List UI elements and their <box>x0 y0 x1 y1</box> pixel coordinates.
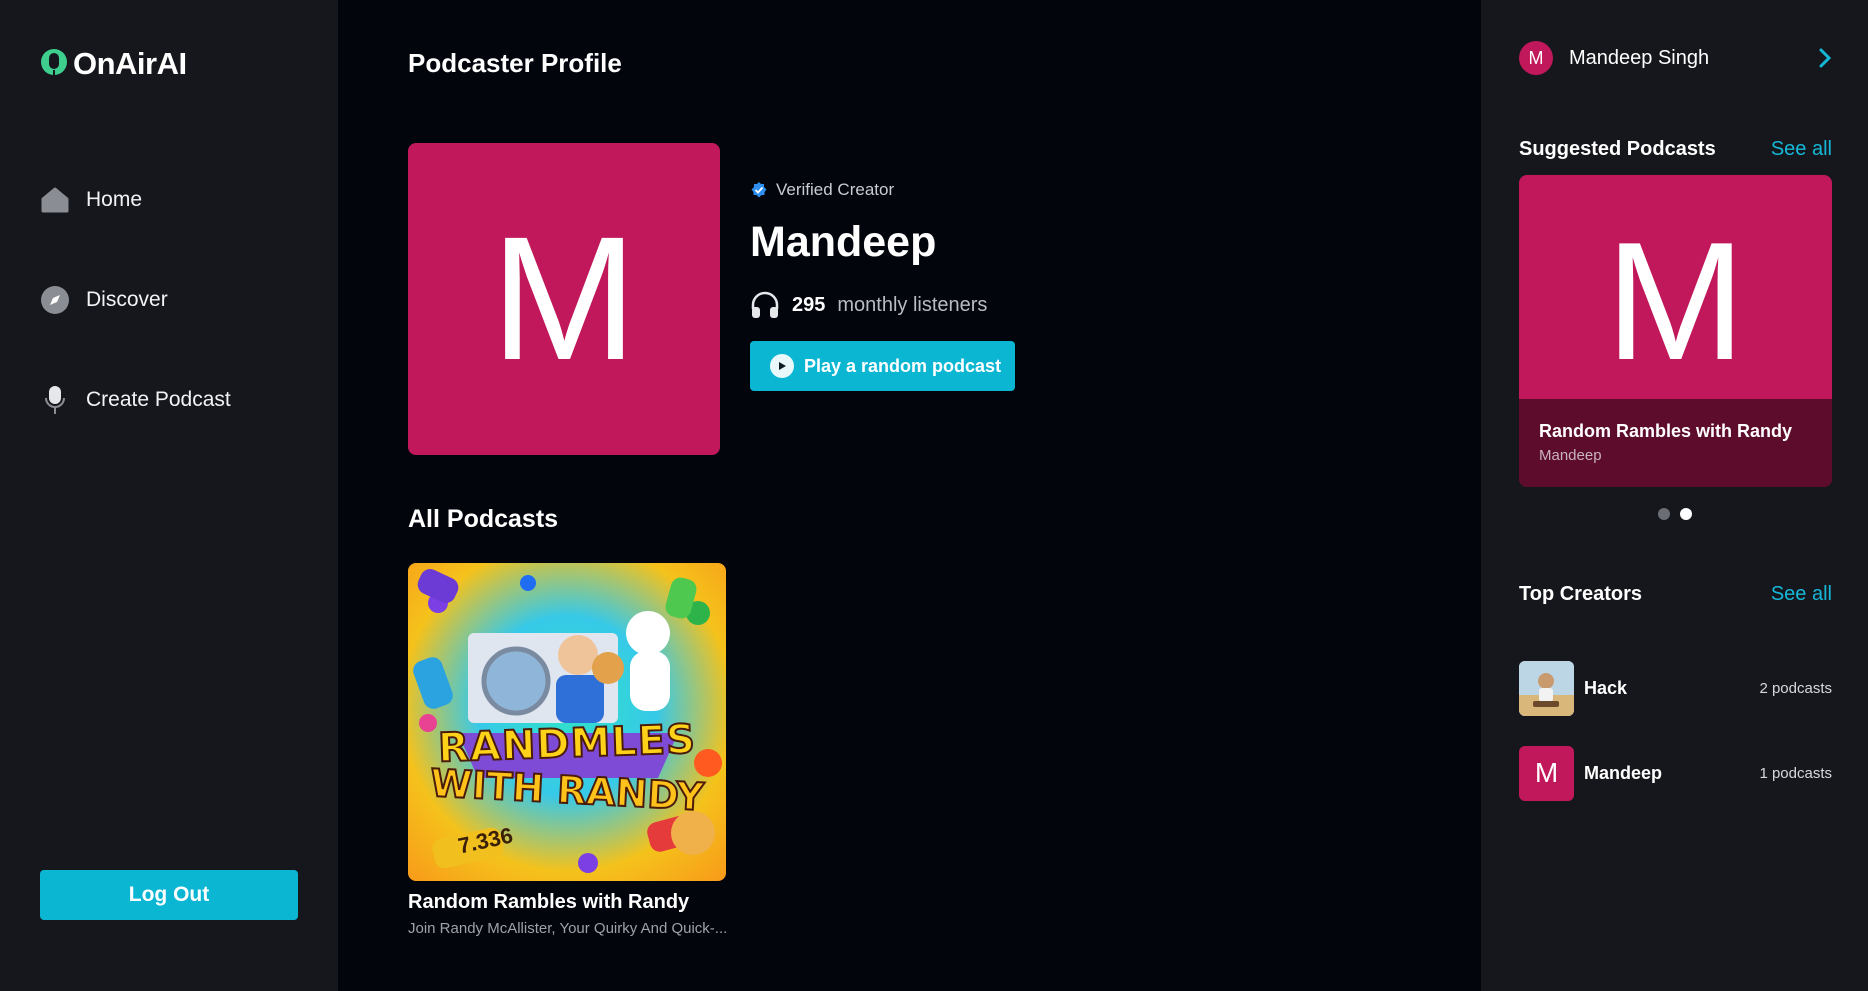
suggested-podcast-author: Mandeep <box>1539 447 1602 464</box>
listeners-stat: 295 monthly listeners <box>750 291 1015 319</box>
nav-item-home[interactable]: Home <box>40 175 231 225</box>
main-content: Podcaster Profile M Verified Creator Man… <box>338 0 1481 991</box>
top-creators-header: Top Creators See all <box>1519 583 1832 606</box>
listeners-label: monthly listeners <box>837 293 988 316</box>
logout-button[interactable]: Log Out <box>40 870 298 920</box>
creator-name-hack: Hack <box>1584 677 1628 698</box>
top-creators-see-all-link[interactable]: See all <box>1771 583 1832 606</box>
suggested-podcast-caption: Random Rambles with Randy Mandeep <box>1519 399 1832 487</box>
creator-avatar-hack <box>1519 660 1574 716</box>
brand-name: OnAirAI <box>73 46 187 81</box>
verified-check-icon <box>751 182 767 198</box>
creator-name-mandeep: Mandeep <box>1584 762 1663 783</box>
page-title: Podcaster Profile <box>408 48 622 78</box>
creator-count-hack: 2 podcasts <box>1759 679 1832 697</box>
listeners-count: 295 <box>792 293 826 316</box>
play-icon <box>770 354 794 378</box>
home-icon <box>40 185 70 215</box>
suggested-podcasts-header: Suggested Podcasts See all <box>1519 138 1832 161</box>
carousel-dot-2[interactable] <box>1679 508 1692 520</box>
creator-avatar-mandeep: M <box>1519 745 1574 801</box>
profile-info: Verified Creator Mandeep 295 monthly lis… <box>750 180 1015 391</box>
suggested-podcast-card[interactable]: M Random Rambles with Randy Mandeep <box>1519 175 1832 487</box>
left-sidebar: OnAirAI Home Discover Create Podcast Log… <box>0 0 338 991</box>
nav-item-create-podcast[interactable]: Create Podcast <box>40 375 231 425</box>
headphones-icon <box>751 291 779 318</box>
play-random-label: Play a random podcast <box>804 355 1002 376</box>
suggested-podcast-initial: M <box>1605 207 1746 395</box>
suggested-podcast-title: Random Rambles with Randy <box>1539 421 1793 441</box>
user-profile-link[interactable]: M Mandeep Singh <box>1519 40 1832 76</box>
carousel-dot-1[interactable] <box>1657 508 1670 520</box>
creator-row-mandeep[interactable]: M Mandeep 1 podcasts <box>1519 745 1832 801</box>
nav-label-discover: Discover <box>86 288 168 311</box>
all-podcasts-title: All Podcasts <box>408 505 559 533</box>
creator-count-mandeep: 1 podcasts <box>1759 764 1832 782</box>
nav-label-home: Home <box>86 188 143 211</box>
user-name: Mandeep Singh <box>1569 46 1710 69</box>
podcast-title: Random Rambles with Randy <box>408 891 690 913</box>
suggested-see-all-link[interactable]: See all <box>1771 138 1832 161</box>
top-creators-title: Top Creators <box>1519 583 1642 605</box>
suggested-podcasts-title: Suggested Podcasts <box>1519 138 1716 160</box>
profile-name: Mandeep <box>750 218 937 266</box>
creator-row-hack[interactable]: Hack 2 podcasts <box>1519 660 1832 716</box>
nav-label-create-podcast: Create Podcast <box>86 388 231 411</box>
microphone-icon <box>40 385 70 415</box>
podcast-cover-art: RANDMLES WITH RANDY 7.336 <box>408 563 726 881</box>
app-root: OnAirAI Home Discover Create Podcast Log… <box>0 0 1868 991</box>
nav-item-discover[interactable]: Discover <box>40 275 231 325</box>
microphone-logo-icon <box>41 49 67 76</box>
chevron-right-icon <box>1819 48 1832 68</box>
logo[interactable]: OnAirAI <box>39 46 187 82</box>
avatar: M <box>1519 41 1553 75</box>
profile-avatar: M <box>408 143 720 455</box>
podcast-description: Join Randy McAllister, Your Quirky And Q… <box>408 920 728 937</box>
play-random-podcast-button[interactable]: Play a random podcast <box>750 341 1015 391</box>
right-panel: M Mandeep Singh Suggested Podcasts See a… <box>1481 0 1868 991</box>
carousel-dots <box>1481 508 1868 520</box>
main-nav: Home Discover Create Podcast <box>40 175 231 475</box>
verified-badge: Verified Creator <box>750 180 1015 200</box>
podcast-card[interactable]: RANDMLES WITH RANDY 7.336 Random Rambles… <box>408 563 728 937</box>
compass-icon <box>40 285 70 315</box>
verified-label: Verified Creator <box>776 180 895 199</box>
